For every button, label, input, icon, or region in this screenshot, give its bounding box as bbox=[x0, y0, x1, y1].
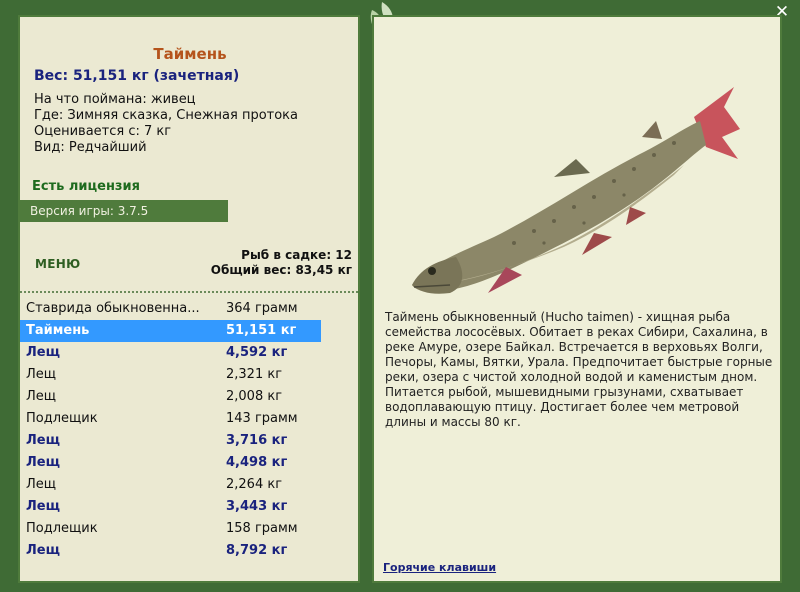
catch-row[interactable]: Подлещик 143 грамм bbox=[20, 408, 358, 430]
catch-name: Подлещик bbox=[26, 411, 98, 426]
total-weight: Общий вес: 83,45 кг bbox=[210, 263, 352, 277]
catch-name: Лещ bbox=[26, 345, 60, 360]
keep-net-count: Рыб в садке: 12 bbox=[241, 248, 352, 262]
catch-row[interactable]: Таймень 51,151 кг bbox=[20, 320, 321, 342]
catch-name: Лещ bbox=[26, 499, 60, 514]
catch-row[interactable]: Лещ 4,498 кг bbox=[20, 452, 358, 474]
catch-name: Ставрида обыкновенна... bbox=[26, 301, 200, 316]
catch-row[interactable]: Лещ 3,716 кг bbox=[20, 430, 358, 452]
catch-weight: 3,443 кг bbox=[226, 499, 288, 514]
kind-info: Вид: Редчайший bbox=[34, 140, 147, 155]
catch-weight: 8,792 кг bbox=[226, 543, 288, 558]
value-info: Оценивается с: 7 кг bbox=[34, 124, 172, 139]
bait-info: На что поймана: живец bbox=[34, 92, 196, 107]
catch-weight: 4,498 кг bbox=[226, 455, 288, 470]
catch-name: Лещ bbox=[26, 455, 60, 470]
catch-weight: 51,151 кг bbox=[226, 323, 297, 338]
catch-name: Лещ bbox=[26, 477, 57, 492]
menu-button[interactable]: МЕНЮ bbox=[35, 257, 80, 271]
catch-row[interactable]: Лещ 3,443 кг bbox=[20, 496, 358, 518]
catch-row[interactable]: Лещ 2,008 кг bbox=[20, 386, 358, 408]
catch-row[interactable]: Лещ 8,792 кг bbox=[20, 540, 358, 562]
catch-name: Лещ bbox=[26, 433, 60, 448]
catch-name: Лещ bbox=[26, 367, 57, 382]
catch-weight: 143 грамм bbox=[226, 411, 298, 426]
catch-weight: 4,592 кг bbox=[226, 345, 288, 360]
catch-weight: 2,008 кг bbox=[226, 389, 283, 404]
version-bar: Версия игры: 3.7.5 bbox=[20, 200, 228, 222]
fish-title: Таймень bbox=[153, 45, 227, 63]
fish-info-window: ✕ Таймень Вес: 51,151 кг (зачетная) На ч… bbox=[0, 0, 800, 592]
catch-row[interactable]: Подлещик 158 грамм bbox=[20, 518, 358, 540]
catch-weight: 2,264 кг bbox=[226, 477, 283, 492]
fish-detail-panel: Таймень обыкновенный (Hucho taimen) - хи… bbox=[372, 15, 782, 583]
catch-name: Таймень bbox=[26, 323, 90, 338]
catch-name: Лещ bbox=[26, 543, 60, 558]
license-status: Есть лицензия bbox=[32, 179, 140, 194]
taimen-fish-illustration bbox=[412, 87, 740, 294]
catch-name: Подлещик bbox=[26, 521, 98, 536]
catch-row[interactable]: Лещ 4,592 кг bbox=[20, 342, 358, 364]
catch-name: Лещ bbox=[26, 389, 57, 404]
catch-weight: 158 грамм bbox=[226, 521, 298, 536]
catch-list: Ставрида обыкновенна... 364 грамм Таймень… bbox=[20, 298, 358, 562]
catch-row[interactable]: Лещ 2,321 кг bbox=[20, 364, 358, 386]
list-divider bbox=[20, 291, 358, 293]
catch-panel: Таймень Вес: 51,151 кг (зачетная) На что… bbox=[18, 15, 360, 583]
catch-row[interactable]: Ставрида обыкновенна... 364 грамм bbox=[20, 298, 358, 320]
catch-row[interactable]: Лещ 2,264 кг bbox=[20, 474, 358, 496]
catch-weight: 3,716 кг bbox=[226, 433, 288, 448]
location-info: Где: Зимняя сказка, Снежная протока bbox=[34, 108, 299, 123]
fish-weight: Вес: 51,151 кг (зачетная) bbox=[34, 68, 240, 84]
fish-description: Таймень обыкновенный (Hucho taimen) - хи… bbox=[385, 310, 773, 429]
hotkeys-link[interactable]: Горячие клавиши bbox=[383, 561, 496, 574]
catch-weight: 364 грамм bbox=[226, 301, 298, 316]
catch-weight: 2,321 кг bbox=[226, 367, 283, 382]
